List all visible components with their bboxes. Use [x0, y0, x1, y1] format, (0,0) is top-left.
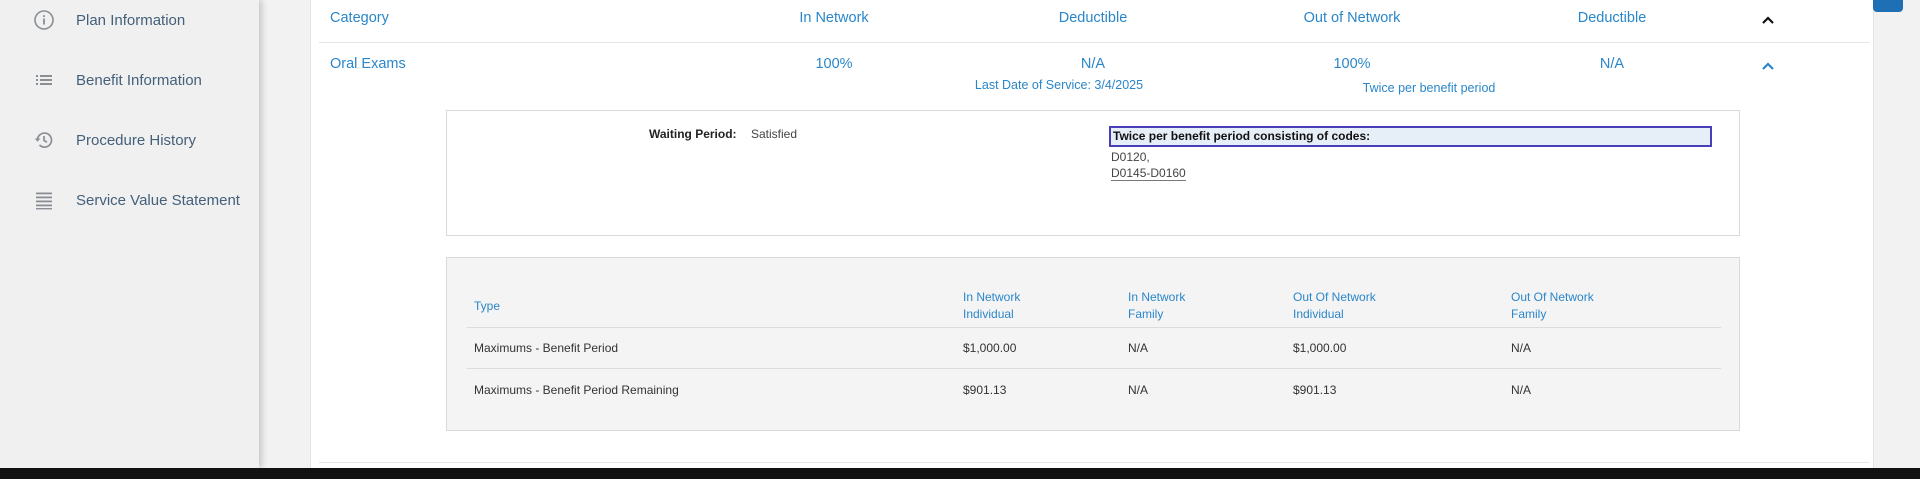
procedure-code: D0120, — [1111, 150, 1150, 164]
divider — [467, 327, 1721, 328]
column-header-in-network-family[interactable]: In Network Family — [1128, 289, 1185, 323]
header-in-network[interactable]: In Network — [799, 10, 868, 26]
frequency-note: Twice per benefit period — [1362, 81, 1496, 95]
deductible-value: N/A — [1080, 56, 1106, 72]
last-date-of-service: Last Date of Service: 3/4/2025 — [974, 78, 1144, 92]
table-cell: N/A — [1128, 383, 1149, 397]
maximums-table: Type In Network Individual In Network Fa… — [446, 257, 1740, 431]
out-of-network-value: 100% — [1333, 56, 1371, 72]
column-header-type[interactable]: Type — [474, 298, 500, 315]
floating-action-button[interactable] — [1873, 0, 1903, 12]
collapse-row-chevron-icon[interactable] — [1760, 58, 1776, 74]
sidebar-item-label: Plan Information — [76, 11, 186, 29]
waiting-period-label: Waiting Period: — [649, 127, 737, 141]
in-network-value: 100% — [815, 56, 853, 72]
column-header-label: In Network — [1128, 290, 1186, 304]
statement-icon — [30, 186, 58, 214]
info-icon — [30, 6, 58, 34]
divider — [467, 368, 1721, 369]
procedure-code-link[interactable]: D0145-D0160 — [1111, 166, 1186, 181]
divider — [319, 42, 1869, 43]
column-header-out-of-network-family[interactable]: Out Of Network Family — [1511, 289, 1594, 323]
sidebar: Plan Information Benefit Information Pro… — [0, 0, 259, 468]
codes-title[interactable]: Twice per benefit period consisting of c… — [1109, 126, 1712, 147]
column-header-out-of-network-individual[interactable]: Out Of Network Individual — [1293, 289, 1376, 323]
column-header-label: Type — [474, 299, 501, 313]
sidebar-item-label: Procedure History — [76, 131, 197, 149]
sidebar-item-label: Benefit Information — [76, 71, 202, 89]
table-cell: $1,000.00 — [963, 341, 1017, 355]
header-out-of-network[interactable]: Out of Network — [1304, 10, 1401, 26]
sidebar-item-plan-information[interactable]: Plan Information — [30, 5, 185, 35]
divider — [319, 462, 1869, 463]
sidebar-item-label: Service Value Statement — [76, 191, 240, 209]
collapse-all-chevron-icon[interactable] — [1760, 12, 1776, 28]
benefit-details-panel: Waiting Period: Satisfied Twice per bene… — [446, 110, 1740, 236]
table-cell-type: Maximums - Benefit Period — [474, 341, 619, 355]
table-cell: $1,000.00 — [1293, 341, 1347, 355]
bottom-bar — [0, 468, 1920, 479]
header-deductible[interactable]: Deductible — [1059, 10, 1128, 26]
waiting-period-value: Satisfied — [751, 127, 798, 141]
column-header-label: In Network — [963, 290, 1021, 304]
table-cell: N/A — [1511, 383, 1532, 397]
column-header-in-network-individual[interactable]: In Network Individual — [963, 289, 1020, 323]
benefits-card: Category In Network Deductible Out of Ne… — [310, 0, 1874, 468]
sidebar-item-procedure-history[interactable]: Procedure History — [30, 125, 196, 155]
column-header-label: Out Of Network — [1293, 290, 1376, 304]
table-cell: N/A — [1128, 341, 1149, 355]
header-oon-deductible[interactable]: Deductible — [1578, 10, 1647, 26]
sidebar-item-service-value-statement[interactable]: Service Value Statement — [30, 185, 240, 215]
table-cell: N/A — [1511, 341, 1532, 355]
history-icon — [30, 126, 58, 154]
category-oral-exams-link[interactable]: Oral Exams — [330, 56, 406, 72]
column-header-label: Family — [1511, 307, 1547, 321]
sidebar-item-benefit-information[interactable]: Benefit Information — [30, 65, 202, 95]
column-header-label: Individual — [1293, 307, 1344, 321]
table-cell: $901.13 — [963, 383, 1007, 397]
column-header-label: Family — [1128, 307, 1164, 321]
list-icon — [30, 66, 58, 94]
table-cell: $901.13 — [1293, 383, 1337, 397]
table-cell-type: Maximums - Benefit Period Remaining — [474, 383, 679, 397]
column-header-label: Out Of Network — [1511, 290, 1594, 304]
header-category[interactable]: Category — [330, 10, 389, 26]
oon-deductible-value: N/A — [1599, 56, 1625, 72]
column-header-label: Individual — [963, 307, 1014, 321]
